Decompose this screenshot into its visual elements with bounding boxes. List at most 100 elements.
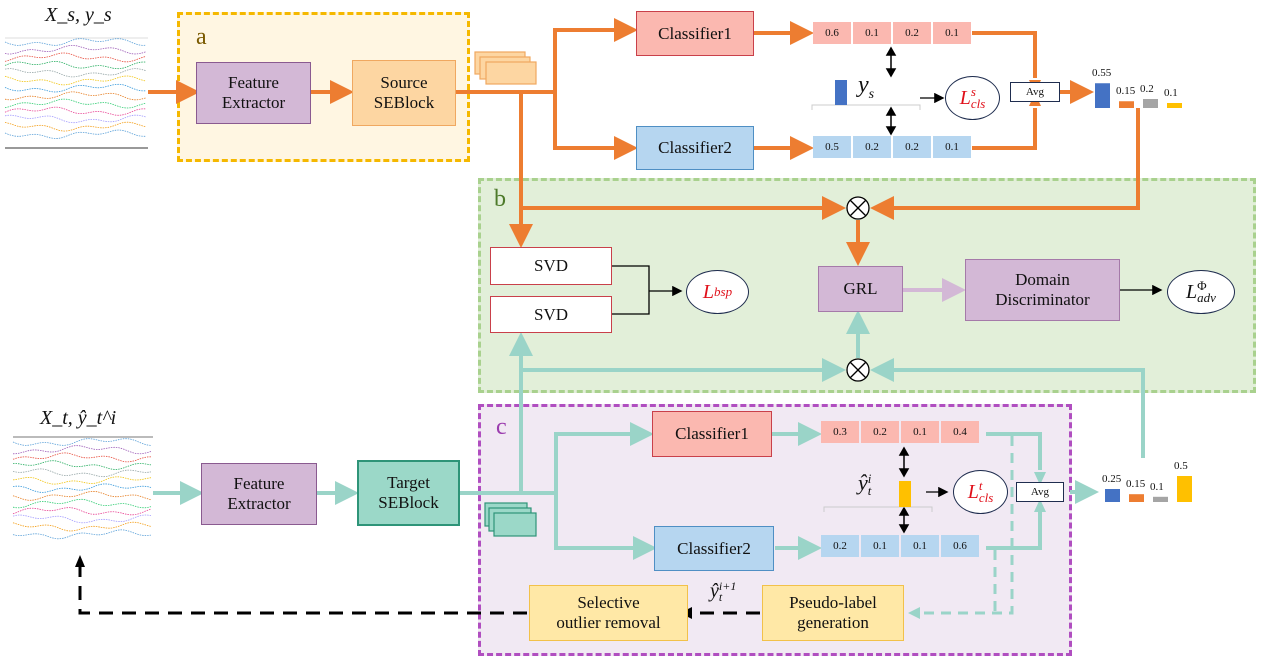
source-fe-line2: Extractor <box>221 93 286 112</box>
avg-output-bar <box>1177 476 1192 502</box>
multiply-node-source <box>846 196 870 220</box>
target-seblock-line2: SEBlock <box>378 493 439 512</box>
loss-main: L <box>959 86 971 109</box>
loss-sub: bsp <box>714 284 733 299</box>
target-classifier1[interactable]: Classifier1 <box>652 411 772 457</box>
prob-cell: 0.1 <box>901 535 939 557</box>
pseudo-line1: Pseudo-label <box>789 593 877 612</box>
eeg-channel <box>4 60 147 70</box>
eeg-channel <box>12 452 152 463</box>
connections-layer <box>4 18 1192 619</box>
target-avg: Avg <box>1016 482 1064 502</box>
loss-sub: adv <box>1197 290 1216 305</box>
adv-loss: L Φadv <box>1167 270 1235 314</box>
loss-main: L <box>702 280 715 303</box>
svd-target[interactable]: SVD <box>490 296 612 333</box>
target-input-text: X_t, ŷ_t^i <box>40 407 117 429</box>
bsp-loss: Lbsp <box>686 270 749 314</box>
source-feature-extractor[interactable]: Feature Extractor <box>196 62 311 124</box>
target-fe-line1: Feature <box>233 474 285 493</box>
eeg-channel <box>4 38 147 46</box>
avg-output-bar <box>1129 494 1144 502</box>
multiply-node-target <box>846 358 870 382</box>
source-seblock-line2: SEBlock <box>373 93 435 112</box>
prob-cell: 0.3 <box>821 421 859 443</box>
target-label-bar <box>899 481 911 507</box>
prob-cell: 0.1 <box>933 136 971 158</box>
pseudo-label-generation[interactable]: Pseudo-label generation <box>762 585 904 641</box>
target-seblock-line1: Target <box>387 473 430 492</box>
eeg-channel <box>4 68 147 78</box>
eeg-channel <box>4 91 147 101</box>
avg-output-label: 0.2 <box>1140 83 1154 95</box>
eeg-channel <box>4 83 147 93</box>
eeg-channel <box>12 445 152 455</box>
pseudo-line2: generation <box>797 613 869 632</box>
next-main: ŷ <box>710 580 719 602</box>
eeg-channel <box>12 438 152 446</box>
source-fe-line1: Feature <box>228 73 279 92</box>
loss-sub: cls <box>978 490 994 505</box>
source-input-label: X_s, y_s <box>45 4 112 27</box>
target-seblock[interactable]: Target SEBlock <box>357 460 460 526</box>
selective-outlier-removal[interactable]: Selective outlier removal <box>529 585 688 641</box>
eeg-channel <box>12 529 152 540</box>
target-classifier2[interactable]: Classifier2 <box>654 526 774 571</box>
prob-cell: 0.6 <box>941 535 979 557</box>
eeg-channel <box>4 52 147 63</box>
domain-discriminator[interactable]: Domain Discriminator <box>965 259 1120 321</box>
eeg-channel <box>12 468 152 478</box>
ys-main: y <box>858 72 869 98</box>
next-pseudo-label: ŷ i+1 t <box>710 580 736 603</box>
yt-main: ŷ <box>858 470 868 495</box>
loss-sub: cls <box>970 96 986 111</box>
avg-output-label: 0.55 <box>1092 67 1112 80</box>
avg-output-bar <box>1153 496 1168 502</box>
target-cls-loss: Lt cls <box>953 470 1008 514</box>
grl[interactable]: GRL <box>818 266 903 312</box>
loss-main: L <box>1186 280 1198 303</box>
eeg-channel <box>12 498 152 509</box>
prob-cell: 0.2 <box>821 535 859 557</box>
eeg-channel <box>12 476 152 485</box>
prob-cell: 0.1 <box>853 22 891 44</box>
prob-cell: 0.5 <box>813 136 851 158</box>
target-classifier2-probs: 0.2 0.1 0.1 0.6 <box>821 535 979 557</box>
prob-cell: 0.2 <box>893 22 931 44</box>
svd-source[interactable]: SVD <box>490 247 612 285</box>
eeg-channel <box>4 45 147 55</box>
source-classifier1[interactable]: Classifier1 <box>636 11 754 56</box>
eeg-channel <box>12 507 152 516</box>
source-label-bar <box>835 80 847 105</box>
ys-sub: s <box>868 86 875 102</box>
eeg-channel <box>4 129 146 140</box>
eeg-channel <box>4 121 147 132</box>
source-cls-loss: Ls cls <box>945 76 1000 120</box>
outlier-line2: outlier removal <box>556 613 661 632</box>
avg-output-label: 0.15 <box>1126 478 1146 491</box>
loss-main: L <box>967 480 979 503</box>
source-feature-maps <box>474 51 537 85</box>
avg-output-bar <box>1095 83 1110 108</box>
target-input-label: X_t, ŷ_t^i <box>40 407 116 430</box>
target-feature-extractor[interactable]: Feature Extractor <box>201 463 317 525</box>
prob-cell: 0.1 <box>861 535 899 557</box>
source-classifier2[interactable]: Classifier2 <box>636 126 754 170</box>
prob-cell: 0.2 <box>893 136 931 158</box>
avg-output-bar <box>1119 101 1134 108</box>
prob-cell: 0.1 <box>933 22 971 44</box>
avg-output-label: 0.1 <box>1164 87 1178 99</box>
next-sub: t <box>718 590 723 605</box>
target-feature-maps <box>484 502 537 537</box>
prob-cell: 0.2 <box>861 421 899 443</box>
eeg-channel <box>12 521 152 532</box>
eeg-channel <box>4 75 147 86</box>
source-seblock-line1: Source <box>380 73 428 92</box>
avg-output-bar <box>1105 489 1120 502</box>
source-eeg-signal <box>5 37 148 149</box>
eeg-channel <box>4 98 147 109</box>
eeg-channel <box>4 106 147 116</box>
prob-cell: 0.4 <box>941 421 979 443</box>
source-avg: Avg <box>1010 82 1060 102</box>
source-seblock[interactable]: Source SEBlock <box>352 60 456 126</box>
